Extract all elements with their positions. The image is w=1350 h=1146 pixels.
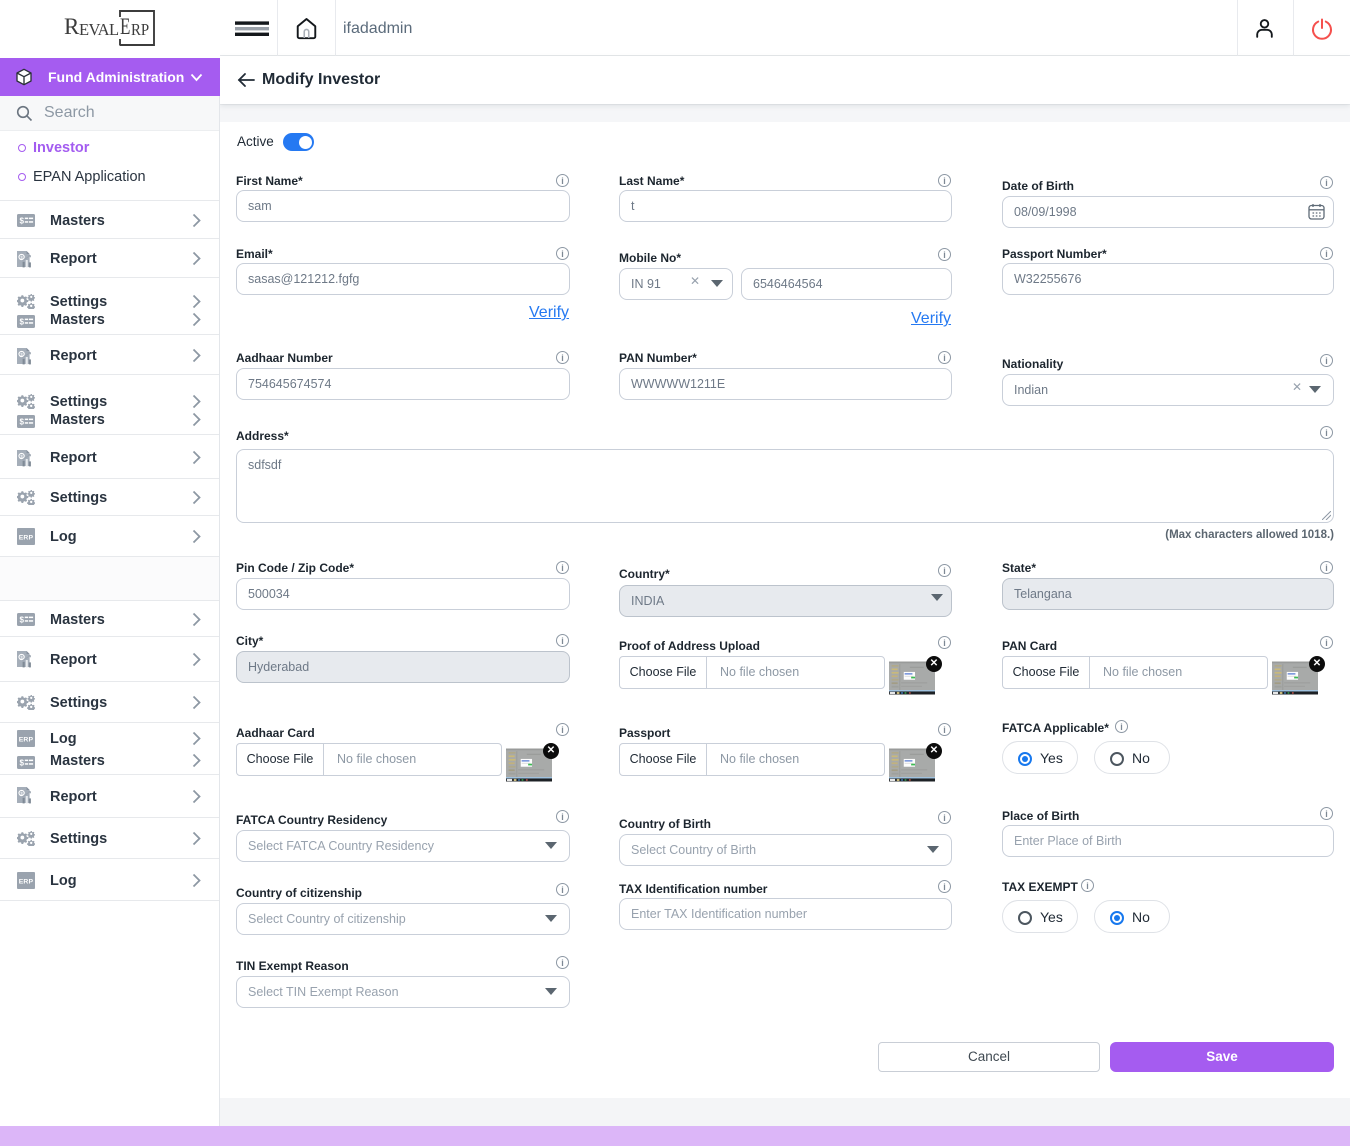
- svg-text:$: $: [19, 616, 24, 625]
- svg-text:$: $: [19, 759, 24, 768]
- svg-text:ERP: ERP: [19, 736, 34, 743]
- svg-text:ERP: ERP: [19, 534, 34, 541]
- svg-text:$: $: [19, 418, 24, 427]
- svg-text:$: $: [19, 318, 24, 327]
- svg-text:ERP: ERP: [19, 878, 34, 885]
- svg-text:$: $: [19, 217, 24, 226]
